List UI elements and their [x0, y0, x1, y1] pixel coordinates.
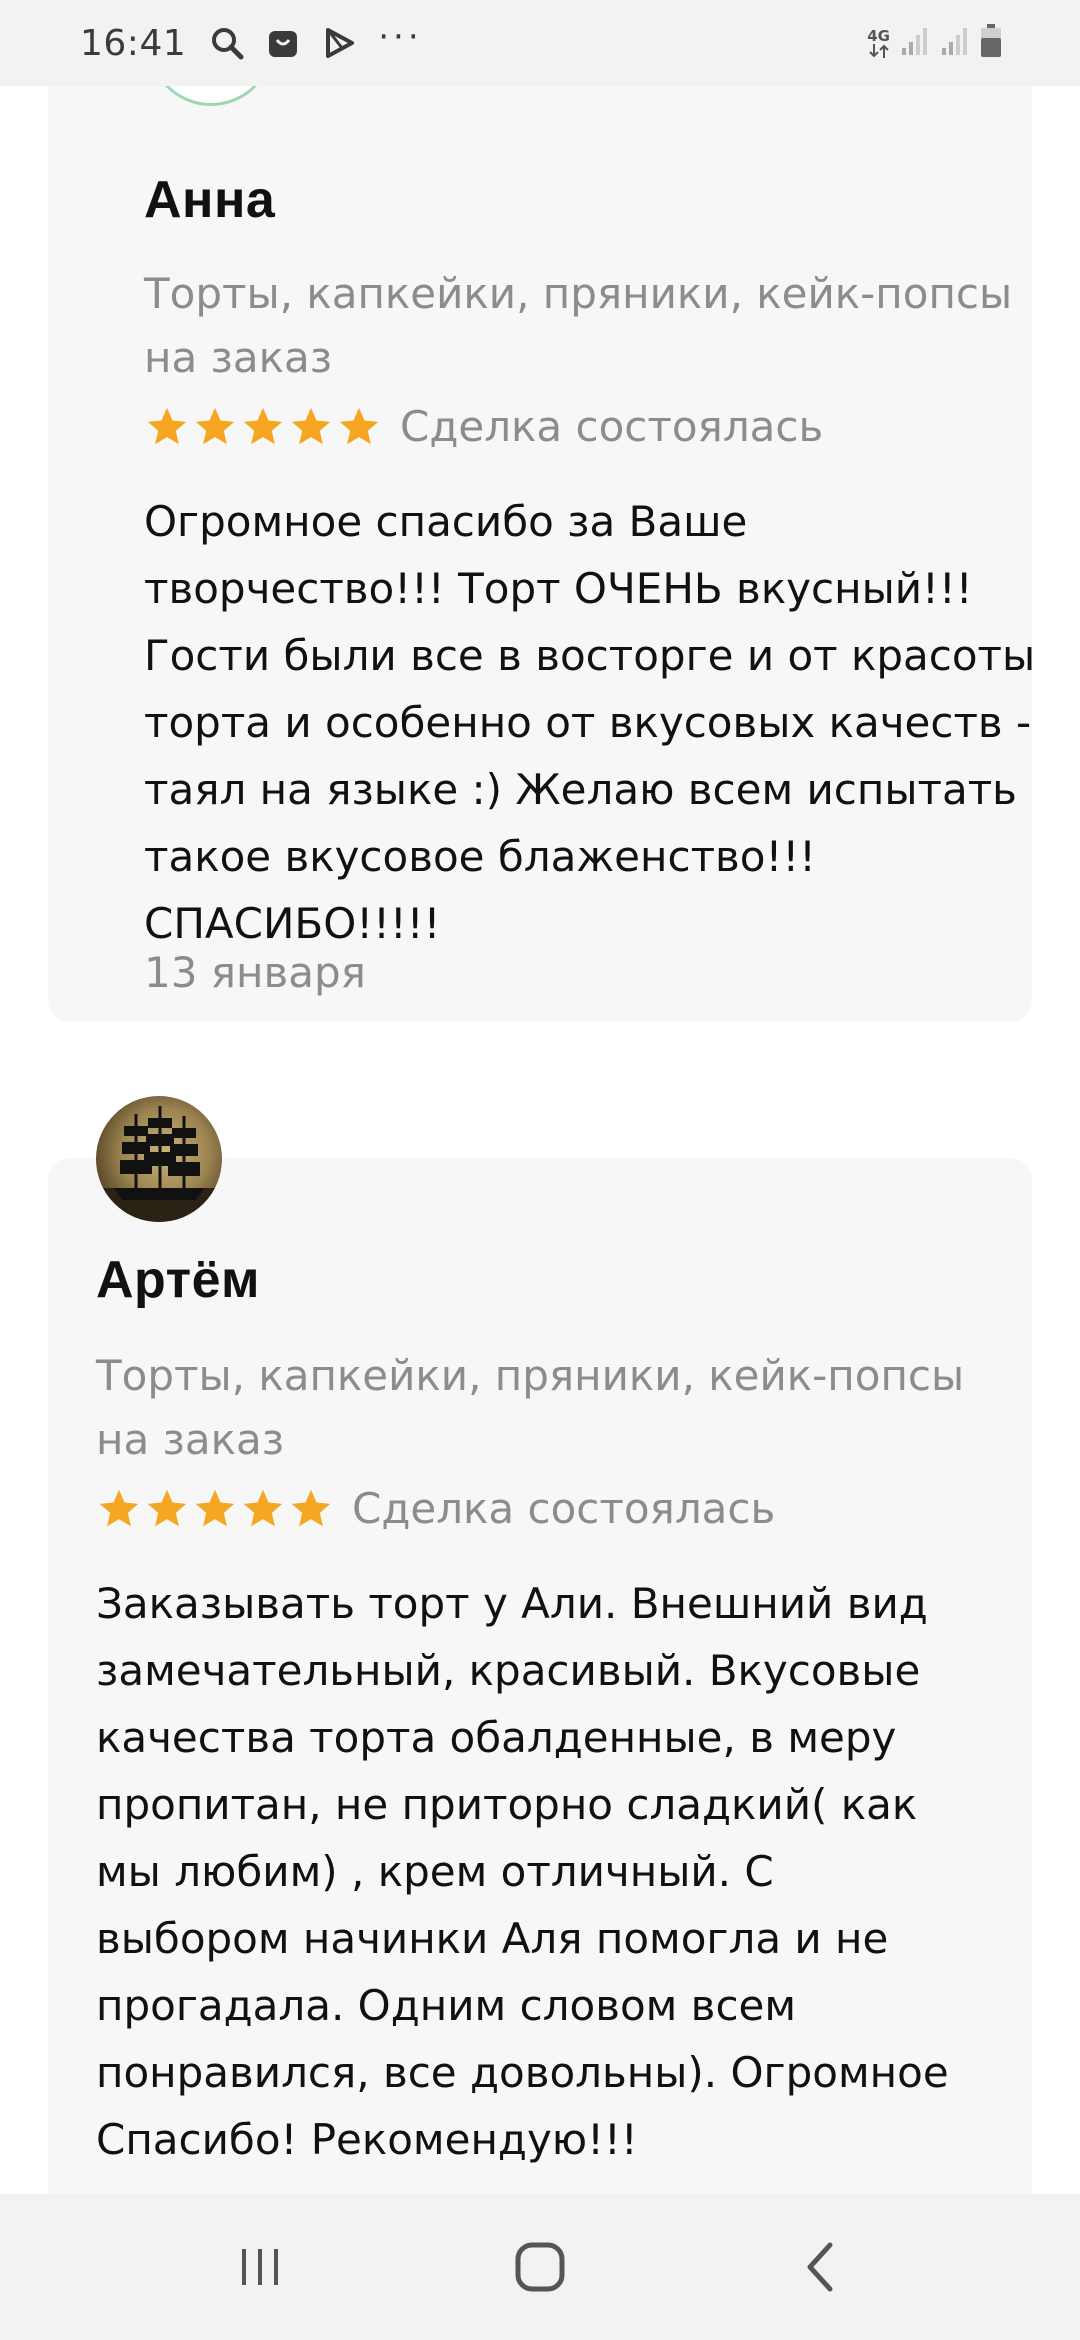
- recent-apps-icon: [242, 2249, 278, 2285]
- review-text-line: торта и особенно от вкусовых качеств -: [144, 698, 1032, 747]
- star-icon: [147, 1489, 187, 1526]
- review-text-line: качества торта обалденные, в меру: [96, 1713, 897, 1762]
- status-bar: 16:41 ··· 4G: [0, 0, 1080, 86]
- back-button[interactable]: [760, 2217, 880, 2317]
- battery-icon: [980, 24, 1002, 62]
- review-date: 13 января: [144, 948, 366, 997]
- review-service-line: Торты, капкейки, пряники, кейк-попсы: [96, 1351, 965, 1400]
- home-icon: [515, 2242, 565, 2292]
- review-text-line: прогадала. Одним словом всем: [96, 1981, 797, 2030]
- star-icon: [147, 407, 187, 444]
- review-service-line: на заказ: [144, 333, 333, 382]
- review-text: Заказывать торт у Али. Внешний вид замеч…: [96, 1570, 996, 2173]
- star-rating: [96, 1486, 334, 1532]
- search-icon: [210, 26, 244, 60]
- review-text-line: творчество!!! Торт ОЧЕНЬ вкусный!!!: [144, 564, 973, 613]
- review-text-line: пропитан, не приторно сладкий( как: [96, 1780, 918, 1829]
- status-notification-icons: ···: [210, 20, 422, 60]
- star-icon: [99, 1489, 139, 1526]
- reviews-feed[interactable]: Анна Торты, капкейки, пряники, кейк-попс…: [0, 86, 1080, 2194]
- review-text-line: Гости были все в восторге и от красоты: [144, 631, 1036, 680]
- review-text-line: мы любим) , крем отличный. С: [96, 1847, 774, 1896]
- avatar[interactable]: [96, 1096, 222, 1222]
- deal-status: Сделка состоялась: [352, 1484, 776, 1533]
- review-text-line: Огромное спасибо за Ваше: [144, 497, 748, 546]
- star-icon: [339, 407, 379, 444]
- status-time: 16:41: [80, 22, 187, 64]
- status-system-icons: 4G: [867, 24, 1002, 62]
- play-icon: [322, 26, 356, 60]
- review-service[interactable]: Торты, капкейки, пряники, кейк-попсы на …: [96, 1344, 976, 1472]
- more-notifications-icon: ···: [378, 17, 423, 57]
- star-icon: [291, 1489, 331, 1526]
- review-text-line: такое вкусовое блаженство!!!: [144, 832, 816, 881]
- review-text-line: таял на языке :) Желаю всем испытать: [144, 765, 1017, 814]
- network-type-label: 4G: [867, 26, 890, 45]
- review-service-line: на заказ: [96, 1415, 285, 1464]
- review-text: Огромное спасибо за Ваше творчество!!! Т…: [144, 488, 1044, 957]
- review-text-line: выбором начинки Аля помогла и не: [96, 1914, 889, 1963]
- review-text-line: Заказывать торт у Али. Внешний вид: [96, 1579, 928, 1628]
- review-author[interactable]: Артём: [96, 1250, 260, 1310]
- review-text-line: понравился, все довольны). Огромное: [96, 2048, 949, 2097]
- back-icon: [807, 2242, 833, 2292]
- star-rating: [144, 404, 382, 450]
- star-icon: [243, 407, 283, 444]
- recent-apps-button[interactable]: [200, 2217, 320, 2317]
- deal-status: Сделка состоялась: [400, 402, 824, 451]
- rating-row: Сделка состоялась: [96, 1484, 775, 1533]
- ship-silhouette-image: [96, 1106, 222, 1222]
- star-icon: [195, 407, 235, 444]
- home-button[interactable]: [480, 2217, 600, 2317]
- signal-icon-1: [900, 26, 930, 60]
- signal-icon-2: [940, 26, 970, 60]
- review-text-line: замечательный, красивый. Вкусовые: [96, 1646, 921, 1695]
- network-type-icon: 4G: [867, 26, 890, 58]
- star-icon: [243, 1489, 283, 1526]
- star-icon: [195, 1489, 235, 1526]
- star-icon: [291, 407, 331, 444]
- avatar[interactable]: [148, 86, 274, 106]
- store-icon: [266, 26, 300, 60]
- system-navigation-bar: [0, 2194, 1080, 2340]
- review-author[interactable]: Анна: [144, 170, 275, 230]
- review-card: Анна Торты, капкейки, пряники, кейк-попс…: [48, 86, 1035, 1022]
- review-service-line: Торты, капкейки, пряники, кейк-попсы: [144, 269, 1013, 318]
- review-text-line: Спасибо! Рекомендую!!!: [96, 2115, 638, 2164]
- review-text-line: СПАСИБО!!!!!: [144, 899, 441, 948]
- rating-row: Сделка состоялась: [144, 402, 823, 451]
- review-service[interactable]: Торты, капкейки, пряники, кейк-попсы на …: [144, 262, 1024, 390]
